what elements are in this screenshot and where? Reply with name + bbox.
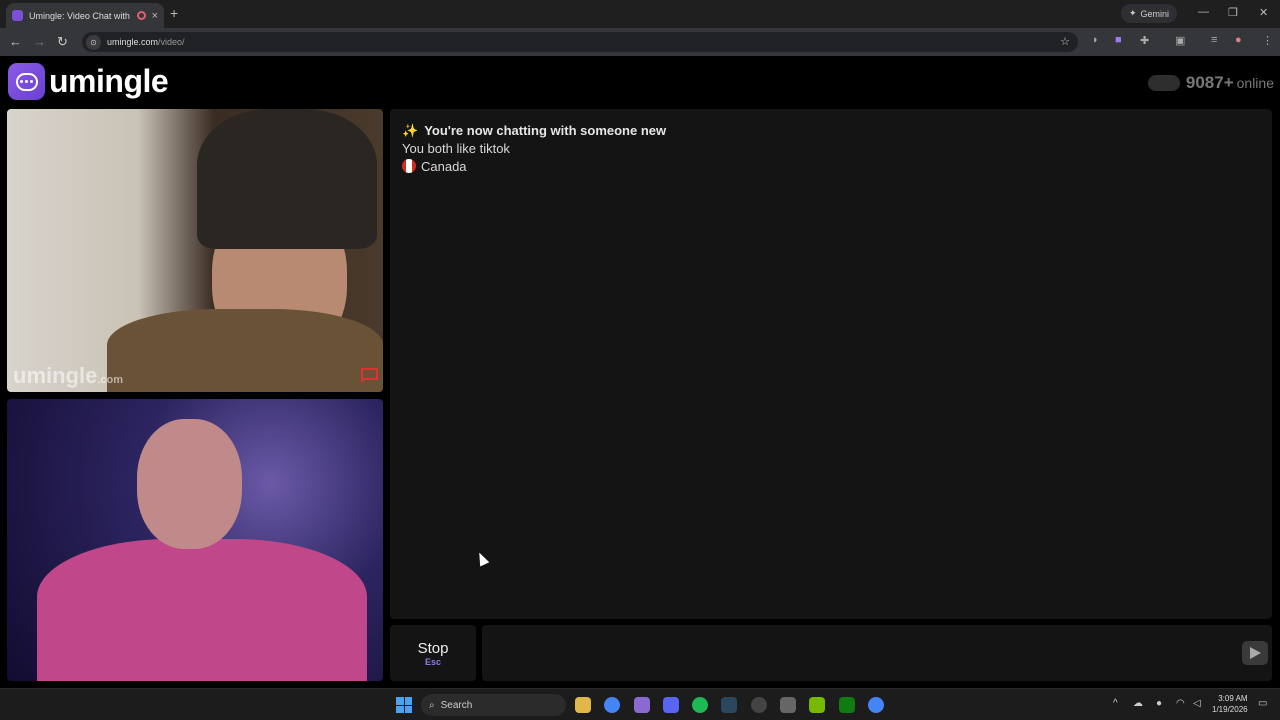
- stop-button[interactable]: Stop Esc: [390, 625, 476, 681]
- search-label: Search: [440, 699, 473, 711]
- taskbar-search[interactable]: ⌕ Search: [421, 694, 566, 716]
- minimize-button[interactable]: —: [1198, 6, 1209, 18]
- store-icon[interactable]: [634, 697, 650, 713]
- clock[interactable]: 3:09 AM 1/19/2026: [1212, 693, 1248, 715]
- wifi-icon[interactable]: ◠: [1176, 698, 1185, 709]
- gemini-label: Gemini: [1140, 8, 1170, 19]
- forward-icon[interactable]: →: [33, 34, 46, 49]
- canada-flag-icon: [402, 159, 416, 173]
- send-button[interactable]: [1242, 641, 1268, 665]
- chat-interests: You both like tiktok: [402, 141, 510, 156]
- back-icon[interactable]: ←: [9, 34, 22, 49]
- onedrive-icon[interactable]: ☁: [1133, 698, 1143, 709]
- site-logo[interactable]: umingle: [8, 63, 169, 100]
- chat-log: ✨ You're now chatting with someone new Yo…: [390, 109, 1272, 619]
- stranger-video: umingle.com: [7, 109, 383, 392]
- windows-start-icon[interactable]: [396, 697, 412, 713]
- menu-icon[interactable]: ⋮: [1262, 34, 1273, 47]
- gemini-button[interactable]: ✦ Gemini: [1121, 4, 1178, 23]
- video-jacket: [107, 309, 383, 392]
- message-input[interactable]: [482, 625, 1222, 681]
- umingle-favicon: [12, 10, 23, 21]
- chat-bubble-icon: [8, 63, 45, 100]
- stop-shortcut: Esc: [424, 656, 441, 667]
- send-icon: [1249, 647, 1261, 659]
- steam-icon[interactable]: [721, 697, 737, 713]
- page: umingle 9087+ online umingle.com ✨ You're…: [0, 57, 1280, 687]
- video-head: [137, 419, 242, 549]
- online-toggle: [1147, 75, 1180, 91]
- online-count: 9087+: [1185, 73, 1234, 92]
- report-flag-icon[interactable]: [361, 368, 378, 382]
- chrome-icon[interactable]: [604, 697, 620, 713]
- video-watermark: umingle.com: [13, 363, 124, 388]
- tab-umingle[interactable]: Umingle: Video Chat with S ×: [6, 3, 164, 28]
- restore-button[interactable]: ❐: [1228, 6, 1238, 19]
- reload-icon[interactable]: ↻: [57, 34, 68, 50]
- profile-avatar[interactable]: ●: [1235, 34, 1242, 46]
- tab-strip: Umingle: Video Chat with S × + ✦ Gemini …: [0, 0, 1280, 28]
- puzzle-icon[interactable]: ✚: [1140, 34, 1149, 47]
- tray-chevron-icon[interactable]: ^: [1113, 698, 1118, 709]
- online-counter: 9087+ online: [1147, 73, 1274, 93]
- close-window-button[interactable]: ✕: [1259, 6, 1268, 19]
- site-info-icon[interactable]: ⊙: [86, 34, 101, 50]
- address-bar[interactable]: ⊙ umingle.com/video/ ☆: [82, 32, 1078, 52]
- video-beanie: [197, 109, 377, 249]
- discord-icon[interactable]: [663, 697, 679, 713]
- mic-icon[interactable]: ●: [1156, 698, 1162, 709]
- media-icon[interactable]: ≡: [1211, 34, 1217, 46]
- tab-close-button[interactable]: ×: [152, 10, 158, 22]
- spotify-icon[interactable]: [692, 697, 708, 713]
- self-video: [7, 399, 383, 681]
- new-tab-button[interactable]: +: [170, 5, 178, 21]
- chrome-active-icon[interactable]: [868, 697, 884, 713]
- nvidia-icon[interactable]: [809, 697, 825, 713]
- sparkle-icon: ✦: [1129, 8, 1137, 18]
- url-host: umingle.com: [107, 37, 159, 47]
- xbox-icon[interactable]: [839, 697, 855, 713]
- volume-icon[interactable]: ◁: [1193, 698, 1201, 709]
- notification-icon[interactable]: ▭: [1258, 698, 1267, 709]
- taskbar: ⌕ Search ^ ☁ ● ◠ ◁ 3:09 AM 1/19/2026 ▭: [0, 688, 1280, 720]
- clock-date: 1/19/2026: [1212, 705, 1248, 714]
- file-explorer-icon[interactable]: [575, 697, 591, 713]
- search-icon: ⌕: [429, 699, 435, 711]
- sparkle-icon: ✨: [402, 123, 419, 138]
- chat-headline: ✨ You're now chatting with someone new: [402, 123, 667, 138]
- video-figure: [37, 539, 367, 681]
- settings-icon[interactable]: [780, 697, 796, 713]
- bookmark-star-icon[interactable]: ☆: [1060, 35, 1070, 48]
- app-icon[interactable]: [751, 697, 767, 713]
- logo-text: umingle: [49, 63, 169, 99]
- message-box: [482, 625, 1272, 681]
- audio-icon[interactable]: ◗: [1092, 34, 1099, 46]
- clock-time: 3:09 AM: [1218, 694, 1248, 703]
- sidepanel-icon[interactable]: ▣: [1175, 34, 1185, 47]
- recording-icon: [136, 11, 146, 20]
- extension-icon[interactable]: ■: [1115, 34, 1122, 46]
- online-label: online: [1236, 75, 1274, 91]
- chat-country: Canada: [402, 158, 1260, 176]
- stop-label: Stop: [417, 639, 449, 657]
- url-path: /video/: [158, 37, 185, 47]
- tab-title: Umingle: Video Chat with S: [29, 10, 131, 21]
